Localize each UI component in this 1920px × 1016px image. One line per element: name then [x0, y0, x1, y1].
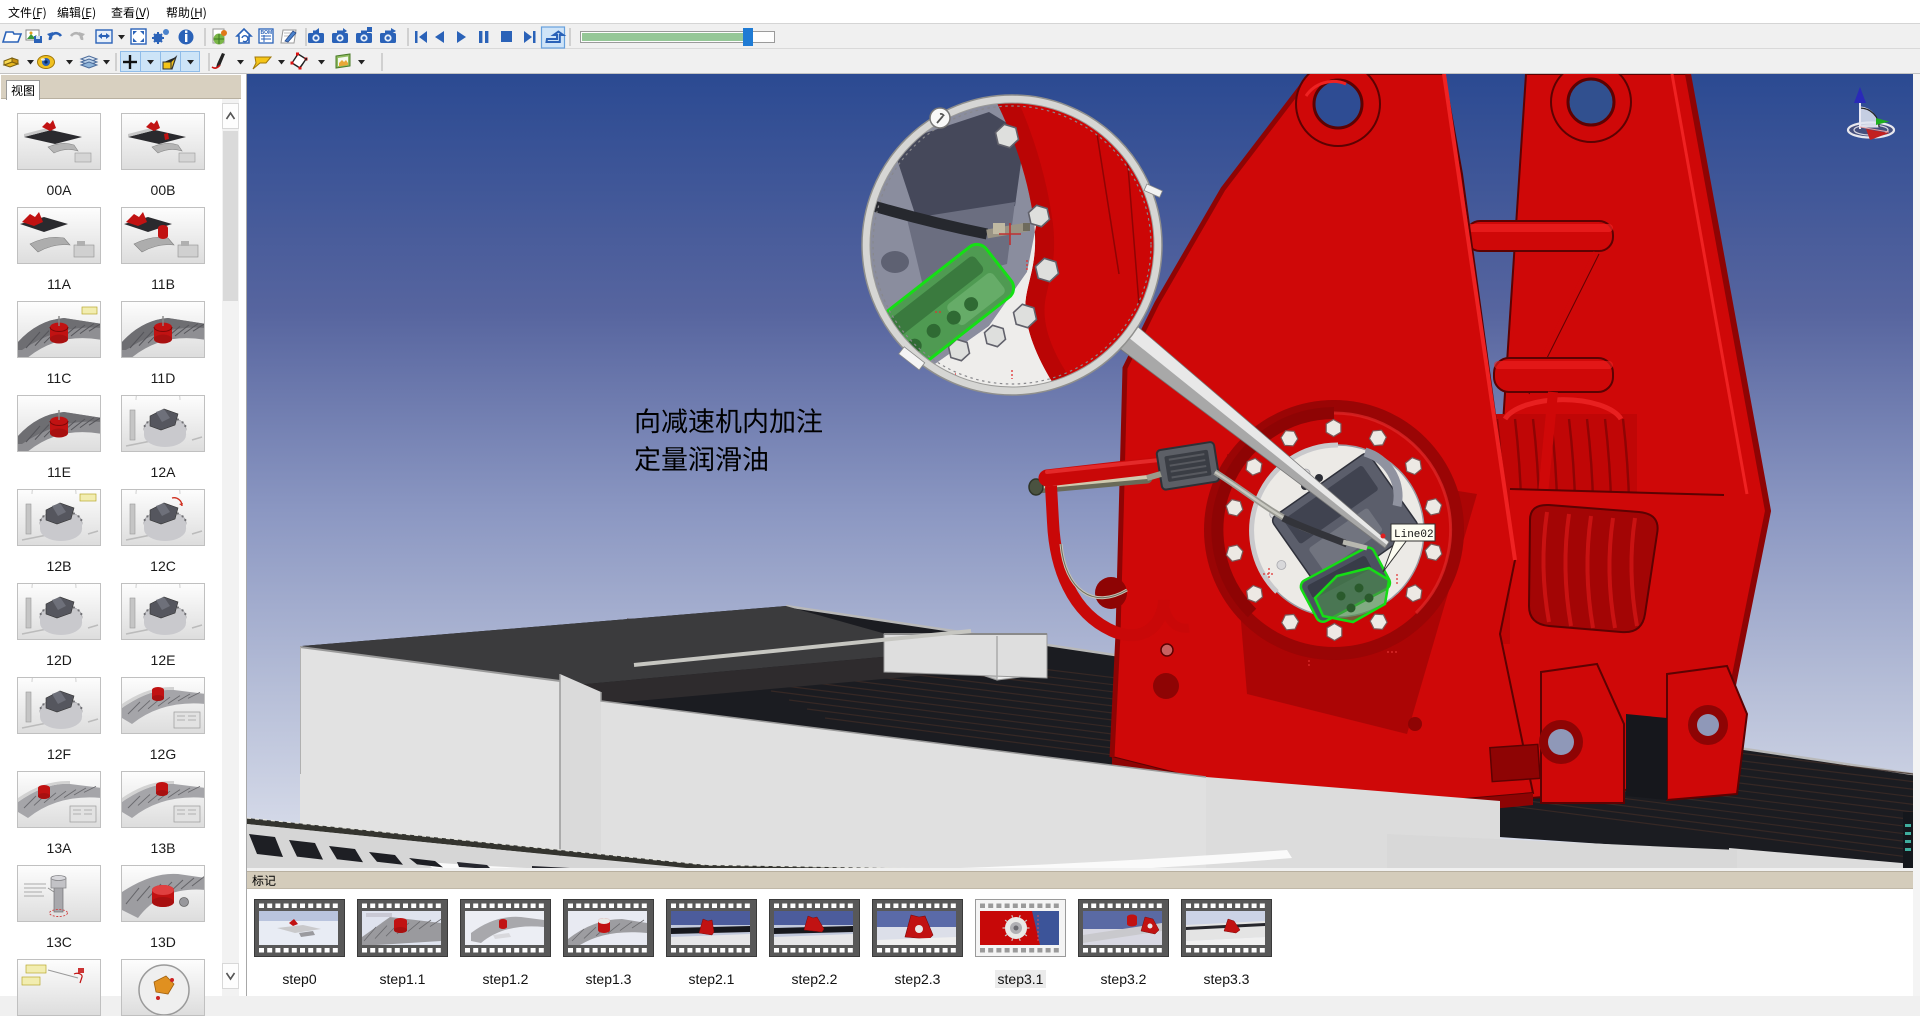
- svg-text:BOM: BOM: [261, 30, 273, 36]
- svg-text:Line02: Line02: [1394, 529, 1434, 541]
